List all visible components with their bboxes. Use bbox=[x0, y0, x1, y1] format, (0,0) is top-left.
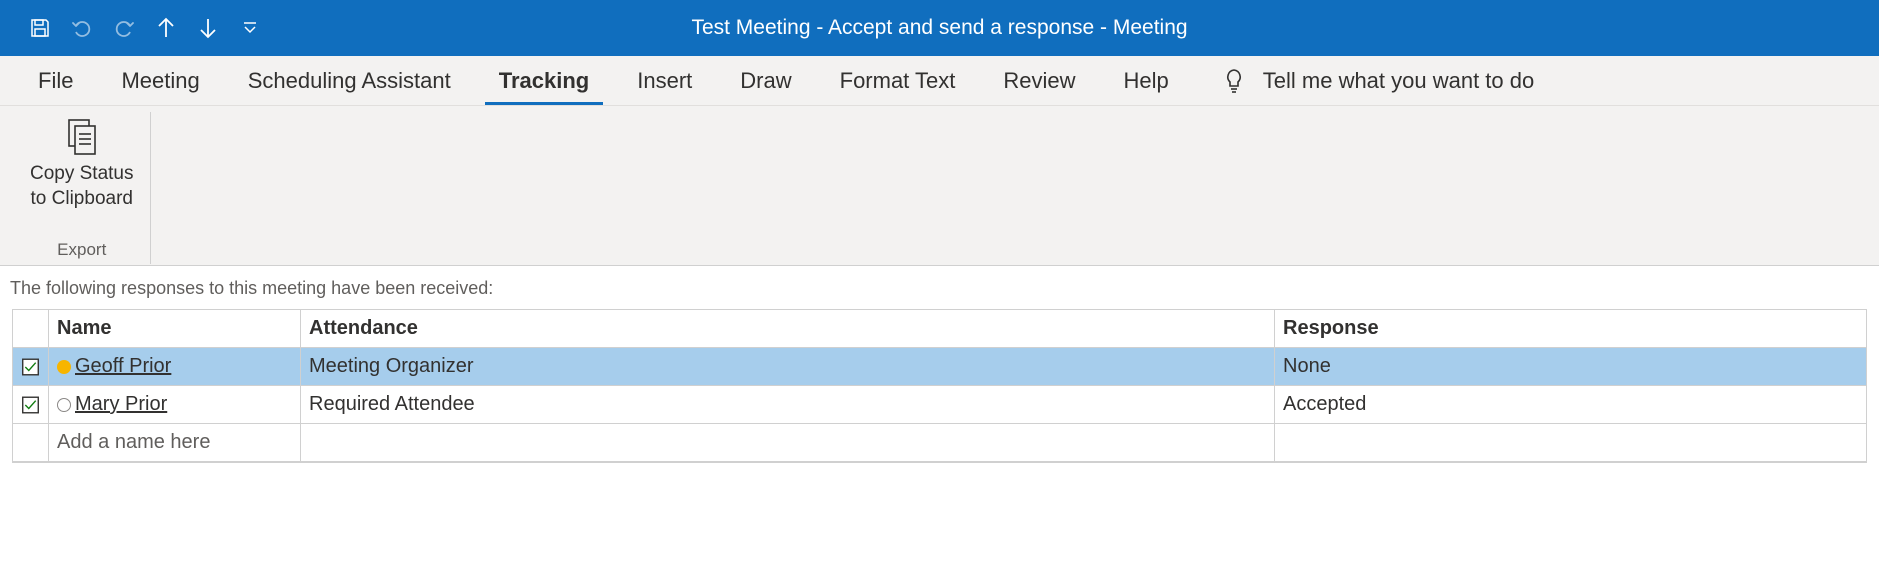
attendee-name-link[interactable]: Mary Prior bbox=[75, 393, 167, 416]
header-response[interactable]: Response bbox=[1275, 310, 1866, 348]
arrow-down-icon[interactable] bbox=[196, 16, 220, 40]
attendee-name-link[interactable]: Geoff Prior bbox=[75, 355, 171, 378]
undo-icon[interactable] bbox=[70, 16, 94, 40]
tell-me-search[interactable]: Tell me what you want to do bbox=[1223, 67, 1534, 95]
table-row[interactable]: Geoff Prior Meeting Organizer None bbox=[13, 348, 1866, 386]
add-name-input[interactable]: Add a name here bbox=[49, 424, 301, 462]
tab-format-text[interactable]: Format Text bbox=[816, 56, 980, 105]
window-title: Test Meeting - Accept and send a respons… bbox=[0, 16, 1879, 40]
redo-icon[interactable] bbox=[112, 16, 136, 40]
tab-tracking[interactable]: Tracking bbox=[475, 56, 613, 105]
copy-status-label: Copy Status to Clipboard bbox=[30, 162, 134, 211]
tab-review[interactable]: Review bbox=[979, 56, 1099, 105]
row-name-cell: Mary Prior bbox=[49, 386, 301, 424]
copy-icon bbox=[58, 116, 106, 158]
row-checkbox[interactable] bbox=[13, 348, 49, 386]
header-name[interactable]: Name bbox=[49, 310, 301, 348]
row-attendance-cell: Required Attendee bbox=[301, 386, 1275, 424]
ribbon-group-export-label: Export bbox=[57, 240, 106, 264]
save-icon[interactable] bbox=[28, 16, 52, 40]
title-bar: Test Meeting - Accept and send a respons… bbox=[0, 0, 1879, 56]
header-checkbox-col bbox=[13, 310, 49, 348]
organizer-status-icon bbox=[57, 360, 71, 374]
tracking-header-row: Name Attendance Response bbox=[13, 310, 1866, 348]
row-checkbox-empty bbox=[13, 424, 49, 462]
table-row[interactable]: Mary Prior Required Attendee Accepted bbox=[13, 386, 1866, 424]
ribbon-tabs: File Meeting Scheduling Assistant Tracki… bbox=[0, 56, 1879, 106]
quick-access-toolbar bbox=[0, 16, 262, 40]
attendee-status-icon bbox=[57, 398, 71, 412]
tab-scheduling-assistant[interactable]: Scheduling Assistant bbox=[224, 56, 475, 105]
tab-meeting[interactable]: Meeting bbox=[97, 56, 223, 105]
tracking-intro-text: The following responses to this meeting … bbox=[0, 266, 1879, 309]
qat-customize-icon[interactable] bbox=[238, 16, 262, 40]
header-attendance[interactable]: Attendance bbox=[301, 310, 1275, 348]
ribbon-content: Copy Status to Clipboard Export bbox=[0, 106, 1879, 266]
row-name-cell: Geoff Prior bbox=[49, 348, 301, 386]
lightbulb-icon bbox=[1223, 67, 1245, 95]
copy-status-button[interactable]: Copy Status to Clipboard bbox=[24, 112, 140, 215]
row-checkbox[interactable] bbox=[13, 386, 49, 424]
ribbon-group-export: Copy Status to Clipboard Export bbox=[14, 112, 151, 264]
row-response-empty bbox=[1275, 424, 1866, 462]
arrow-up-icon[interactable] bbox=[154, 16, 178, 40]
tell-me-label: Tell me what you want to do bbox=[1263, 68, 1534, 94]
row-attendance-empty bbox=[301, 424, 1275, 462]
tracking-table: Name Attendance Response Geoff Prior Mee… bbox=[12, 309, 1867, 463]
tab-draw[interactable]: Draw bbox=[716, 56, 815, 105]
row-response-cell: Accepted bbox=[1275, 386, 1866, 424]
tab-help[interactable]: Help bbox=[1100, 56, 1193, 105]
tab-insert[interactable]: Insert bbox=[613, 56, 716, 105]
row-attendance-cell: Meeting Organizer bbox=[301, 348, 1275, 386]
add-name-row[interactable]: Add a name here bbox=[13, 424, 1866, 462]
tab-file[interactable]: File bbox=[14, 56, 97, 105]
row-response-cell: None bbox=[1275, 348, 1866, 386]
